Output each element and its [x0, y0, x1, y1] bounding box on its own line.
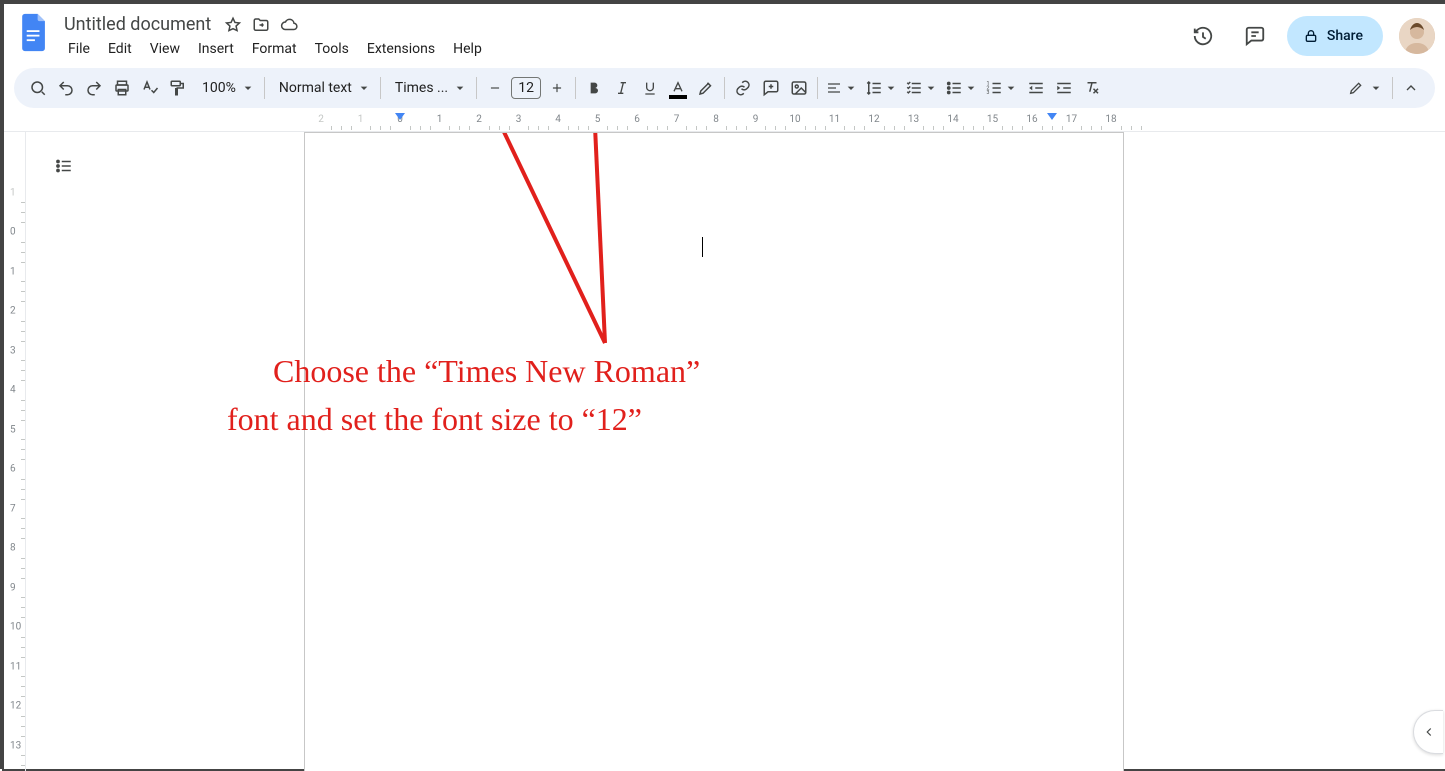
redo-icon[interactable] — [80, 74, 108, 102]
undo-icon[interactable] — [52, 74, 80, 102]
chevron-down-icon — [883, 80, 899, 96]
document-page[interactable]: Choose the “Times New Roman” font and se… — [304, 132, 1124, 771]
share-label: Share — [1327, 28, 1363, 44]
chevron-down-icon — [1003, 80, 1019, 96]
chevron-down-icon — [843, 80, 859, 96]
chevron-left-icon — [1422, 725, 1436, 739]
paragraph-style-select[interactable]: Normal text — [269, 74, 376, 102]
bold-icon[interactable] — [580, 74, 608, 102]
indent-increase-icon[interactable] — [1050, 74, 1078, 102]
ruler-horizontal[interactable]: 210123456789101112131415161718 — [4, 114, 1445, 132]
checklist-select[interactable] — [902, 74, 942, 102]
editing-mode-select[interactable] — [1338, 74, 1388, 102]
star-icon[interactable] — [223, 15, 243, 35]
add-comment-icon[interactable] — [757, 74, 785, 102]
title-area: Untitled document File Edit View Insert … — [60, 10, 1183, 61]
toolbar: 100% Normal text Times ... 12 — [14, 68, 1435, 108]
move-to-folder-icon[interactable] — [251, 15, 271, 35]
menu-tools[interactable]: Tools — [307, 37, 357, 61]
font-family-select[interactable]: Times ... — [385, 74, 472, 102]
ruler-vertical[interactable]: 1012345678910111213 — [4, 132, 26, 771]
chevron-down-icon — [1368, 80, 1384, 96]
history-icon[interactable] — [1183, 16, 1223, 56]
collapse-toolbar-icon[interactable] — [1397, 74, 1425, 102]
menu-insert[interactable]: Insert — [190, 37, 242, 61]
paragraph-style-value: Normal text — [279, 80, 352, 96]
menu-edit[interactable]: Edit — [100, 37, 140, 61]
font-size-input[interactable]: 12 — [511, 77, 541, 99]
zoom-select[interactable]: 100% — [192, 74, 260, 102]
paint-format-icon[interactable] — [164, 74, 192, 102]
docs-logo[interactable] — [14, 12, 54, 52]
pencil-icon — [1348, 80, 1364, 96]
annotation-line2: font and set the font size to “12” — [227, 397, 642, 442]
account-avatar[interactable] — [1399, 18, 1435, 54]
search-menus-icon[interactable] — [24, 74, 52, 102]
highlight-color-icon[interactable] — [692, 74, 720, 102]
doc-title-input[interactable]: Untitled document — [60, 14, 215, 35]
workspace: 1012345678910111213 Choose the “Times Ne… — [4, 132, 1445, 771]
menu-extensions[interactable]: Extensions — [359, 37, 443, 61]
numbered-list-select[interactable]: 123 — [982, 74, 1022, 102]
italic-icon[interactable] — [608, 74, 636, 102]
spellcheck-icon[interactable] — [136, 74, 164, 102]
document-outline-icon[interactable] — [48, 150, 80, 182]
font-size-increase-icon[interactable] — [543, 74, 571, 102]
cloud-saved-icon[interactable] — [279, 15, 299, 35]
line-spacing-select[interactable] — [862, 74, 902, 102]
chevron-down-icon — [356, 80, 372, 96]
align-select[interactable] — [822, 74, 862, 102]
clear-format-icon[interactable] — [1078, 74, 1106, 102]
font-family-value: Times ... — [395, 80, 448, 96]
menu-file[interactable]: File — [60, 37, 98, 61]
chevron-down-icon — [923, 80, 939, 96]
zoom-value: 100% — [202, 80, 236, 96]
underline-icon[interactable] — [636, 74, 664, 102]
font-size-decrease-icon[interactable] — [481, 74, 509, 102]
share-button[interactable]: Share — [1287, 16, 1383, 56]
insert-link-icon[interactable] — [729, 74, 757, 102]
annotation-line1: Choose the “Times New Roman” — [273, 349, 700, 394]
explore-fab[interactable] — [1413, 710, 1443, 754]
menu-bar: File Edit View Insert Format Tools Exten… — [60, 35, 1183, 61]
print-icon[interactable] — [108, 74, 136, 102]
lock-icon — [1303, 28, 1319, 44]
header: Untitled document File Edit View Insert … — [4, 4, 1445, 64]
font-size-group: 12 — [481, 74, 571, 102]
comments-icon[interactable] — [1235, 16, 1275, 56]
insert-image-icon[interactable] — [785, 74, 813, 102]
header-right: Share — [1183, 10, 1435, 56]
indent-decrease-icon[interactable] — [1022, 74, 1050, 102]
annotation-overlay: Choose the “Times New Roman” font and se… — [305, 133, 1123, 771]
bulleted-list-select[interactable] — [942, 74, 982, 102]
chevron-down-icon — [452, 80, 468, 96]
chevron-down-icon — [963, 80, 979, 96]
svg-text:3: 3 — [987, 90, 990, 96]
text-cursor — [702, 237, 703, 257]
chevron-down-icon — [240, 80, 256, 96]
menu-format[interactable]: Format — [244, 37, 305, 61]
text-color-icon[interactable] — [664, 74, 692, 102]
menu-view[interactable]: View — [142, 37, 188, 61]
menu-help[interactable]: Help — [445, 37, 490, 61]
